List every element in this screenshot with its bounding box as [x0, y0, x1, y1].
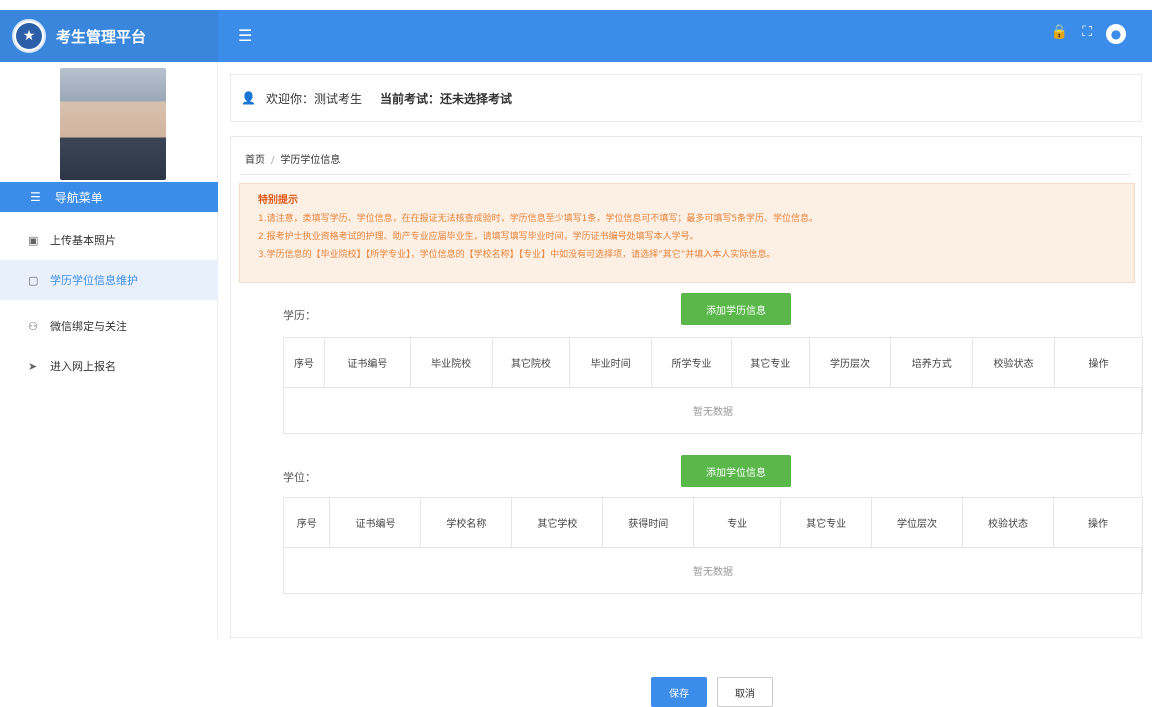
- education-panel: 首页 / 学历学位信息 特别提示 1.请注意，类填写学历、学位信息，在在报证无法核查…: [230, 136, 1144, 707]
- avatar: [60, 68, 166, 180]
- table-row: 暂无数据: [283, 387, 1143, 434]
- add-education-button[interactable]: 添加学历信息: [681, 293, 791, 325]
- sidebar: ☰ 导航菜单 ▣ 上传基本照片 ▢ 学历学位信息维护 ⚇ 微信绑定与关注 ➤ 进…: [0, 62, 218, 638]
- cancel-button[interactable]: 取消: [717, 677, 773, 707]
- logo: ★: [12, 19, 46, 53]
- column-header: 专业: [693, 497, 782, 548]
- column-header: 其它专业: [780, 497, 873, 548]
- breadcrumb-home[interactable]: 首页: [245, 155, 265, 166]
- column-header: 培养方式: [890, 337, 974, 388]
- lock-icon[interactable]: 🔒: [1051, 24, 1068, 44]
- breadcrumb-current: 学历学位信息: [280, 155, 341, 166]
- table-header-row: 序号 证书编号 毕业院校 其它院校 毕业时间 所学专业 其它专业 学历层次 培养…: [283, 337, 1144, 388]
- sidebar-item-register[interactable]: ➤ 进入网上报名: [0, 346, 218, 386]
- column-header: 学历层次: [808, 337, 892, 388]
- column-header: 毕业院校: [409, 337, 493, 388]
- column-header: 操作: [1053, 337, 1144, 388]
- top-icons: 🔒 ⛶ ●: [1051, 24, 1126, 44]
- column-header: 校验状态: [962, 497, 1054, 548]
- sidebar-item-label: 进入网上报名: [50, 360, 116, 373]
- column-header: 证书编号: [323, 337, 411, 388]
- education-table: 序号 证书编号 毕业院校 其它院校 毕业时间 所学专业 其它专业 学历层次 培养…: [283, 337, 1144, 434]
- column-header: 其它院校: [491, 337, 571, 388]
- app-title: 考生管理平台: [56, 27, 147, 46]
- column-header: 其它学校: [511, 497, 604, 548]
- sidebar-item-label: 上传基本照片: [50, 234, 116, 247]
- degree-table: 序号 证书编号 学校名称 其它学校 获得时间 专业 其它专业 学位层次 校验状态…: [282, 497, 1144, 594]
- top-bar: ★ 考生管理平台 ☰ 🔒 ⛶ ●: [0, 10, 1152, 62]
- add-degree-button[interactable]: 添加学位信息: [681, 455, 791, 487]
- notice-line: 2.报考护士执业资格考试的护理、助产专业应届毕业生，请填写填写毕业时间，学历证书…: [258, 232, 699, 242]
- column-header: 学校名称: [420, 497, 513, 548]
- main-content: 👤 欢迎你：测试考生 当前考试：还未选择考试 首页 / 学历学位信息 特别提示 1.…: [230, 74, 1144, 707]
- column-header: 操作: [1052, 497, 1144, 548]
- image-icon: ▣: [28, 233, 39, 247]
- wechat-icon: ⚇: [28, 319, 38, 333]
- welcome-text: 欢迎你：测试考生: [265, 91, 362, 106]
- column-header: 获得时间: [602, 497, 695, 548]
- hamburger-icon[interactable]: ☰: [238, 26, 254, 46]
- notice-line: 3.学历信息的【毕业院校】【所学专业】，学位信息的【学校名称】【专业】中如没有可…: [258, 250, 776, 260]
- send-icon: ➤: [28, 359, 38, 373]
- sidebar-item-label: 学历学位信息维护: [50, 274, 138, 287]
- sidebar-item-upload-photo[interactable]: ▣ 上传基本照片: [0, 220, 218, 260]
- notice-title: 特别提示: [258, 195, 298, 206]
- nav-header[interactable]: ☰ 导航菜单: [0, 182, 218, 212]
- breadcrumb-separator: /: [271, 155, 275, 166]
- brand: ★ 考生管理平台: [0, 10, 218, 62]
- sidebar-item-education[interactable]: ▢ 学历学位信息维护: [0, 260, 218, 300]
- column-header: 毕业时间: [569, 337, 653, 388]
- save-button[interactable]: 保存: [651, 677, 707, 707]
- column-header: 序号: [282, 497, 331, 548]
- column-header: 所学专业: [651, 337, 732, 388]
- column-header: 序号: [283, 337, 325, 388]
- notice-box: 特别提示 1.请注意，类填写学历、学位信息，在在报证无法核查成验时，学历信息至少…: [239, 183, 1135, 283]
- welcome-bar: 👤 欢迎你：测试考生 当前考试：还未选择考试: [230, 74, 1142, 122]
- sidebar-item-wechat[interactable]: ⚇ 微信绑定与关注: [0, 306, 218, 346]
- notice-line: 1.请注意，类填写学历、学位信息，在在报证无法核查成验时，学历信息至少填写1条，…: [258, 214, 819, 224]
- empty-message: 暂无数据: [283, 547, 1143, 594]
- fullscreen-icon[interactable]: ⛶: [1082, 24, 1092, 44]
- empty-message: 暂无数据: [283, 387, 1143, 434]
- table-header-row: 序号 证书编号 学校名称 其它学校 获得时间 专业 其它专业 学位层次 校验状态…: [282, 497, 1144, 548]
- user-icon[interactable]: ●: [1106, 24, 1126, 44]
- column-header: 证书编号: [329, 497, 422, 548]
- doc-icon: ▢: [28, 273, 39, 287]
- person-icon: 👤: [241, 91, 256, 105]
- column-header: 校验状态: [972, 337, 1055, 388]
- nav-header-label: 导航菜单: [54, 190, 103, 205]
- breadcrumb: 首页 / 学历学位信息: [245, 151, 340, 166]
- sidebar-item-label: 微信绑定与关注: [50, 320, 127, 333]
- star-icon: ★: [16, 23, 42, 49]
- current-exam: 当前考试：还未选择考试: [379, 91, 512, 106]
- column-header: 其它专业: [730, 337, 810, 388]
- education-label: 学历：: [283, 309, 316, 322]
- table-row: 暂无数据: [283, 547, 1143, 594]
- degree-label: 学位：: [283, 471, 316, 484]
- divider: [241, 174, 1131, 175]
- menu-icon: ☰: [30, 190, 41, 204]
- column-header: 学位层次: [871, 497, 964, 548]
